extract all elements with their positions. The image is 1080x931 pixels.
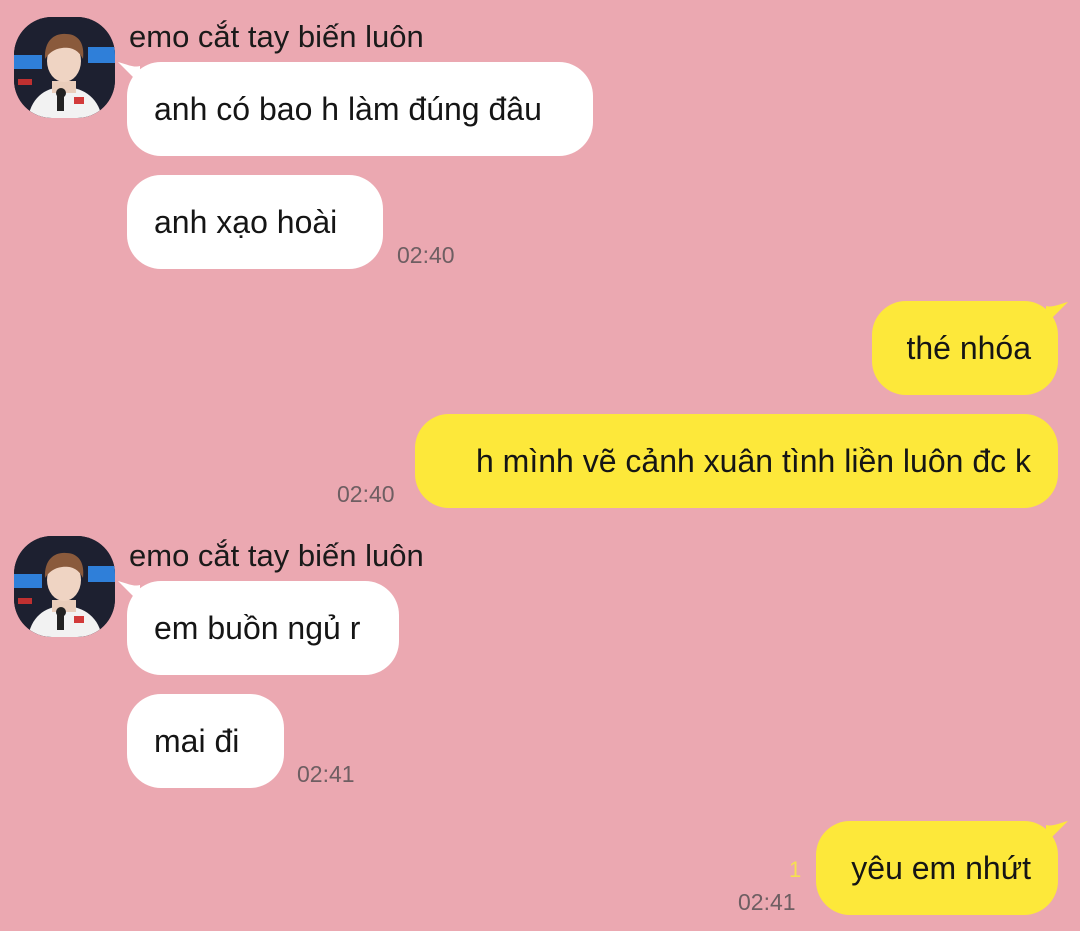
message-bubble[interactable]: anh có bao h làm đúng đâu [127,62,593,156]
contact-avatar[interactable] [14,17,115,118]
message-bubble[interactable]: mai đi [127,694,284,788]
message-timestamp: 02:40 [337,481,395,507]
avatar-photo-icon [14,536,115,637]
chat-message-list[interactable]: emo cắt tay biến luôn anh có bao h làm đ… [0,0,1080,931]
sender-name: emo cắt tay biến luôn [129,19,424,54]
unread-count: 1 [789,857,802,882]
avatar-photo-icon [14,17,115,118]
message-bubble[interactable]: em buồn ngủ r [127,581,399,675]
message-bubble[interactable]: h mình vẽ cảnh xuân tình liền luôn đc k [415,414,1058,508]
message-timestamp: 02:41 [297,761,355,787]
contact-avatar[interactable] [14,536,115,637]
message-timestamp: 02:40 [397,242,455,268]
message-bubble[interactable]: yêu em nhứt [816,821,1058,915]
sender-name: emo cắt tay biến luôn [129,538,424,573]
message-bubble[interactable]: anh xạo hoài [127,175,383,269]
message-bubble[interactable]: thé nhóa [872,301,1058,395]
message-timestamp: 02:41 [738,889,796,915]
